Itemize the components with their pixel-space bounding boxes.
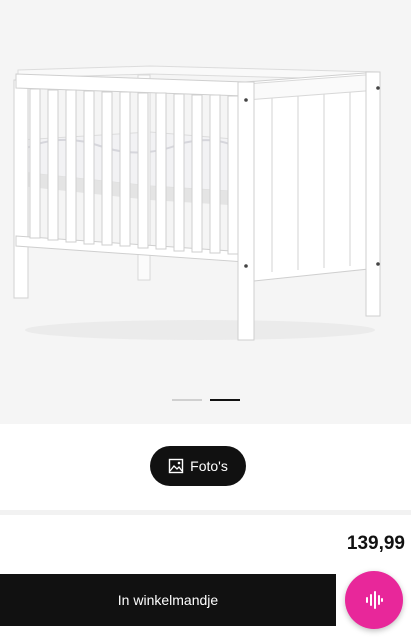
add-to-cart-button[interactable]: In winkelmandje (0, 574, 336, 626)
crib-illustration (13, 65, 381, 341)
audio-waveform-icon (366, 591, 383, 609)
carousel-indicator (0, 399, 411, 401)
photos-button[interactable]: Foto's (150, 446, 246, 486)
product-price: 139,99 (346, 533, 405, 554)
photos-button-label: Foto's (190, 458, 228, 474)
voice-assistant-button[interactable] (345, 571, 403, 629)
product-image[interactable] (0, 0, 411, 424)
carousel-dot[interactable] (171, 399, 202, 401)
image-icon (168, 458, 184, 474)
carousel-dot-active[interactable] (209, 399, 240, 401)
section-divider (0, 510, 411, 515)
